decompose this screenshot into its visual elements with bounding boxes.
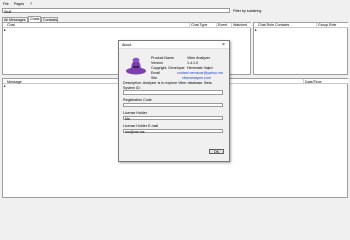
close-icon[interactable]: × bbox=[222, 42, 225, 48]
column-divider bbox=[231, 22, 232, 28]
license-holder-value: Me bbox=[125, 116, 130, 121]
ok-button[interactable]: OK bbox=[209, 149, 224, 154]
license-email-field[interactable]: me@me.me bbox=[123, 128, 223, 134]
license-holder-field[interactable]: Me bbox=[123, 115, 223, 121]
chats-col-chat-type[interactable]: Chat Type bbox=[191, 23, 207, 27]
contacts-table[interactable]: Chat Role Contacts Group Role ▸ bbox=[253, 21, 348, 75]
menu-pages[interactable]: Pages bbox=[14, 2, 24, 6]
row-marker: ▸ bbox=[4, 84, 6, 88]
menu-help[interactable]: ? bbox=[30, 2, 32, 6]
messages-col-datetime[interactable]: Date/Time bbox=[305, 80, 321, 84]
about-dialog-titlebar: About × bbox=[119, 41, 229, 49]
license-email-value: me@me.me bbox=[125, 129, 145, 134]
registration-code-label: Registration Code bbox=[123, 98, 152, 102]
app-logo-icon bbox=[126, 57, 146, 75]
menu-file[interactable]: File bbox=[3, 2, 9, 6]
contacts-col-role[interactable]: Chat Role Contacts bbox=[258, 23, 289, 27]
chats-col-event[interactable]: Event bbox=[218, 23, 227, 27]
site-link[interactable]: viberanalyzer.com bbox=[182, 76, 211, 80]
version-value: 1.4.1.0 bbox=[187, 61, 198, 65]
email-link[interactable]: contact.nemsoar@yahoo.me bbox=[177, 71, 223, 75]
filter-input[interactable]: Stuff bbox=[2, 8, 230, 14]
contacts-table-header: Chat Role Contacts Group Role bbox=[254, 22, 348, 28]
copyright-label: Copyright, Developer bbox=[151, 66, 185, 70]
column-divider bbox=[316, 22, 317, 28]
column-divider bbox=[216, 22, 217, 28]
registration-code-field[interactable] bbox=[123, 102, 223, 107]
about-dialog-title: About bbox=[122, 42, 132, 47]
column-divider bbox=[303, 79, 304, 84]
system-id-label: System ID: bbox=[123, 85, 141, 90]
license-holder-label: License Holder bbox=[123, 111, 147, 115]
copyright-value: Hemmate Vajed bbox=[187, 66, 213, 70]
email-label: Email bbox=[151, 71, 160, 75]
filter-label: Filter by substring bbox=[233, 8, 262, 13]
product-name-value: Viber Analyzer bbox=[187, 56, 211, 60]
product-name-label: Product Name bbox=[151, 56, 174, 60]
row-marker: ▸ bbox=[255, 27, 257, 32]
row-marker: ▸ bbox=[4, 27, 6, 32]
license-email-label: License Holder E-mail bbox=[123, 124, 159, 128]
column-divider bbox=[189, 22, 190, 28]
chats-col-chat[interactable]: Chat bbox=[7, 23, 15, 27]
messages-col-message[interactable]: Message bbox=[7, 80, 22, 84]
chats-table-header: Chat Chat Type Event Watched bbox=[3, 22, 251, 28]
version-label: Version bbox=[151, 61, 163, 65]
system-id-field[interactable] bbox=[123, 90, 223, 95]
contacts-col-group-role[interactable]: Group Role bbox=[318, 23, 336, 27]
description-text: Description: Analyzer is to explore Vibe… bbox=[123, 81, 212, 85]
site-label: Site bbox=[151, 76, 158, 80]
about-dialog: About × Product Name Viber Analyzer Vers… bbox=[118, 40, 230, 162]
chats-col-watched[interactable]: Watched bbox=[233, 23, 247, 27]
filter-input-value: Stuff bbox=[4, 9, 12, 14]
menu-bar: File Pages ? bbox=[0, 0, 350, 7]
